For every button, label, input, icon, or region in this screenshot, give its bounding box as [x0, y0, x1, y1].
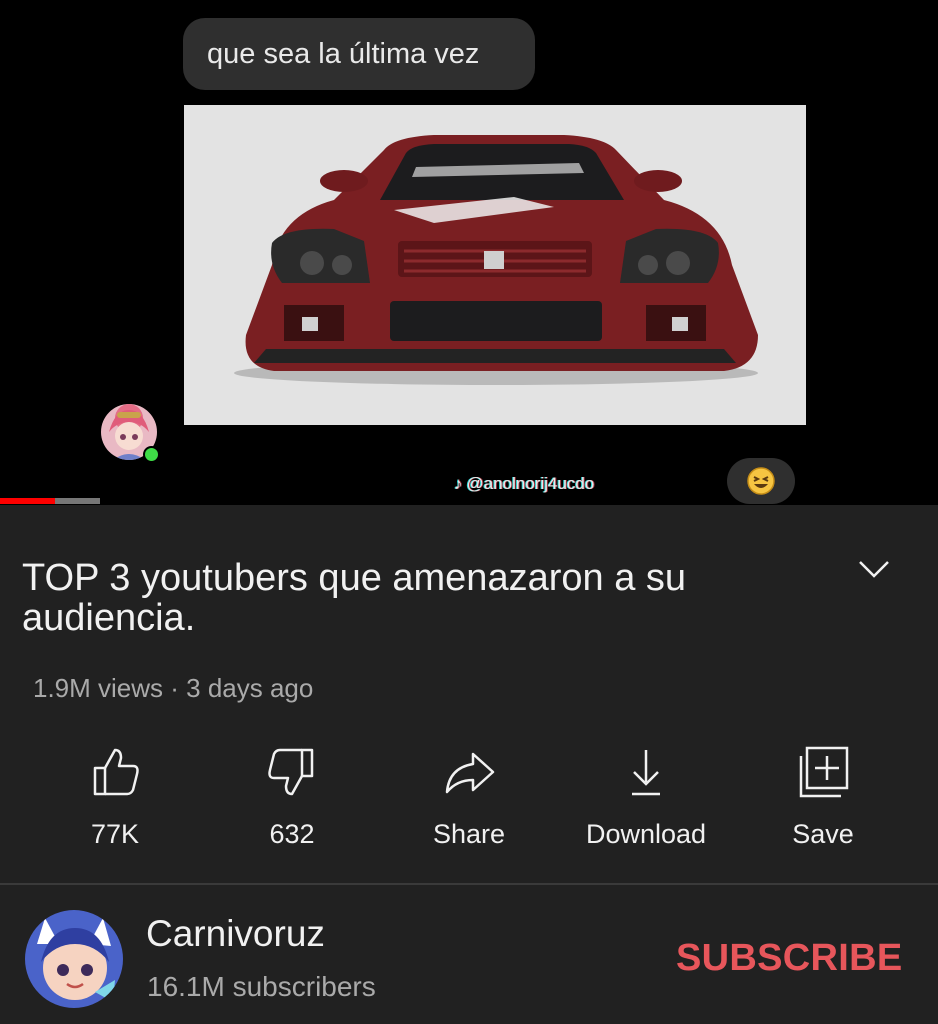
download-label: Download — [585, 819, 707, 849]
save-playlist-icon — [799, 746, 849, 798]
section-divider — [0, 883, 938, 885]
save-button[interactable]: Save — [738, 740, 908, 860]
chevron-down-icon — [859, 561, 889, 578]
chat-message-text: que sea la última vez — [207, 37, 480, 70]
expand-description-button[interactable] — [856, 556, 892, 584]
tiktok-watermark: ♪ @anolnorij4ucdo — [454, 474, 594, 494]
laughing-emoji-icon — [747, 467, 775, 495]
share-label: Share — [432, 819, 506, 849]
dislike-count: 632 — [269, 819, 315, 849]
subscribe-button[interactable]: SUBSCRIBE — [676, 937, 903, 980]
tiktok-note-icon: ♪ — [454, 474, 463, 493]
subscriber-count: 16.1M subscribers — [147, 971, 376, 1002]
like-button[interactable]: 77K — [30, 740, 200, 860]
car-image — [184, 105, 806, 425]
video-player[interactable]: que sea la última vez ♪ @anolnorij4ucdo — [0, 0, 938, 505]
channel-name[interactable]: Carnivoruz — [146, 913, 325, 955]
video-metadata: 1.9M views · 3 days ago — [33, 673, 314, 703]
like-count: 77K — [90, 819, 140, 849]
share-button[interactable]: Share — [384, 740, 554, 860]
download-icon — [632, 750, 660, 796]
save-label: Save — [792, 819, 854, 849]
chat-message-bubble: que sea la última vez — [183, 18, 535, 90]
share-arrow-icon — [445, 752, 495, 794]
emoji-reaction-bubble — [727, 458, 795, 504]
video-title: TOP 3 youtubers que amenazaron a su audi… — [22, 557, 687, 639]
dislike-button[interactable]: 632 — [207, 740, 377, 860]
thumbs-up-icon — [93, 748, 139, 796]
video-watch-page: que sea la última vez ♪ @anolnorij4ucdo … — [0, 0, 938, 1024]
online-status-dot — [143, 446, 160, 463]
thumbs-down-icon — [268, 748, 314, 796]
watermark-handle: @anolnorij4ucdo — [466, 474, 595, 493]
channel-avatar[interactable] — [25, 910, 123, 1008]
video-progress-played — [0, 498, 55, 504]
action-bar: 77K 632 Share Download Save — [0, 740, 938, 860]
download-button[interactable]: Download — [561, 740, 731, 860]
